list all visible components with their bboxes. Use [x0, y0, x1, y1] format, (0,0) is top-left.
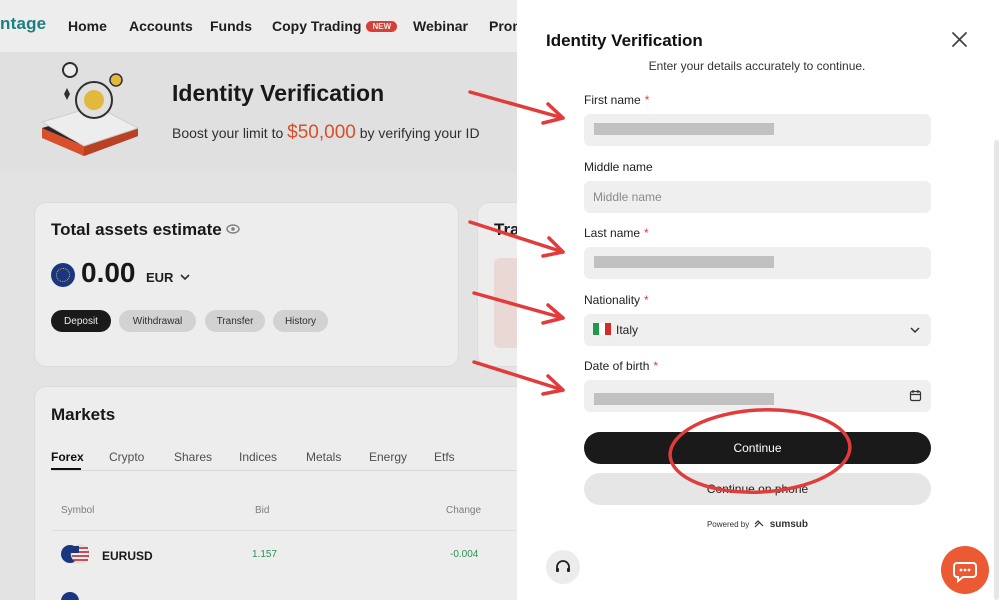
modal-backdrop[interactable] — [0, 0, 517, 600]
chat-bubble-icon — [953, 562, 977, 584]
calendar-icon[interactable] — [909, 389, 922, 402]
first-name-label: First name * — [584, 93, 649, 107]
last-name-field[interactable] — [584, 247, 931, 279]
last-name-label-text: Last name — [584, 226, 641, 240]
middle-name-label: Middle name — [584, 160, 653, 174]
chat-button[interactable] — [941, 546, 989, 594]
redacted-value — [594, 123, 774, 135]
continue-on-phone-button[interactable]: Continue on phone — [584, 473, 931, 505]
nationality-value: Italy — [616, 323, 639, 337]
sumsub-logo-icon — [755, 520, 764, 528]
italy-flag-icon — [593, 323, 611, 335]
required-mark: * — [644, 93, 650, 107]
nationality-label-text: Nationality — [584, 293, 641, 307]
last-name-label: Last name * — [584, 226, 649, 240]
required-mark: * — [644, 293, 649, 307]
modal-title: Identity Verification — [546, 31, 703, 50]
powered-by-text: Powered by — [706, 520, 750, 529]
middle-name-placeholder: Middle name — [593, 190, 662, 204]
modal-subtitle: Enter your details accurately to continu… — [648, 59, 866, 73]
dob-label: Date of birth * — [584, 359, 658, 373]
continue-button[interactable]: Continue — [584, 432, 931, 464]
required-mark: * — [653, 359, 659, 373]
close-icon[interactable] — [951, 31, 968, 48]
first-name-field[interactable] — [584, 114, 931, 146]
powered-by: Powered by sumsub — [584, 519, 931, 530]
headset-icon — [556, 560, 570, 572]
dob-label-text: Date of birth — [584, 359, 650, 373]
support-button[interactable] — [546, 550, 580, 584]
sumsub-brand: sumsub — [769, 519, 809, 530]
chevron-down-icon — [910, 327, 920, 334]
middle-name-field[interactable]: Middle name — [584, 181, 931, 213]
nationality-select[interactable]: Italy — [584, 314, 931, 346]
nationality-label: Nationality * — [584, 293, 649, 307]
redacted-value — [594, 393, 774, 405]
modal-scrollbar[interactable] — [994, 140, 999, 600]
dob-field[interactable] — [584, 380, 931, 412]
required-mark: * — [644, 226, 649, 240]
first-name-label-text: First name — [584, 93, 641, 107]
redacted-value — [594, 256, 774, 268]
